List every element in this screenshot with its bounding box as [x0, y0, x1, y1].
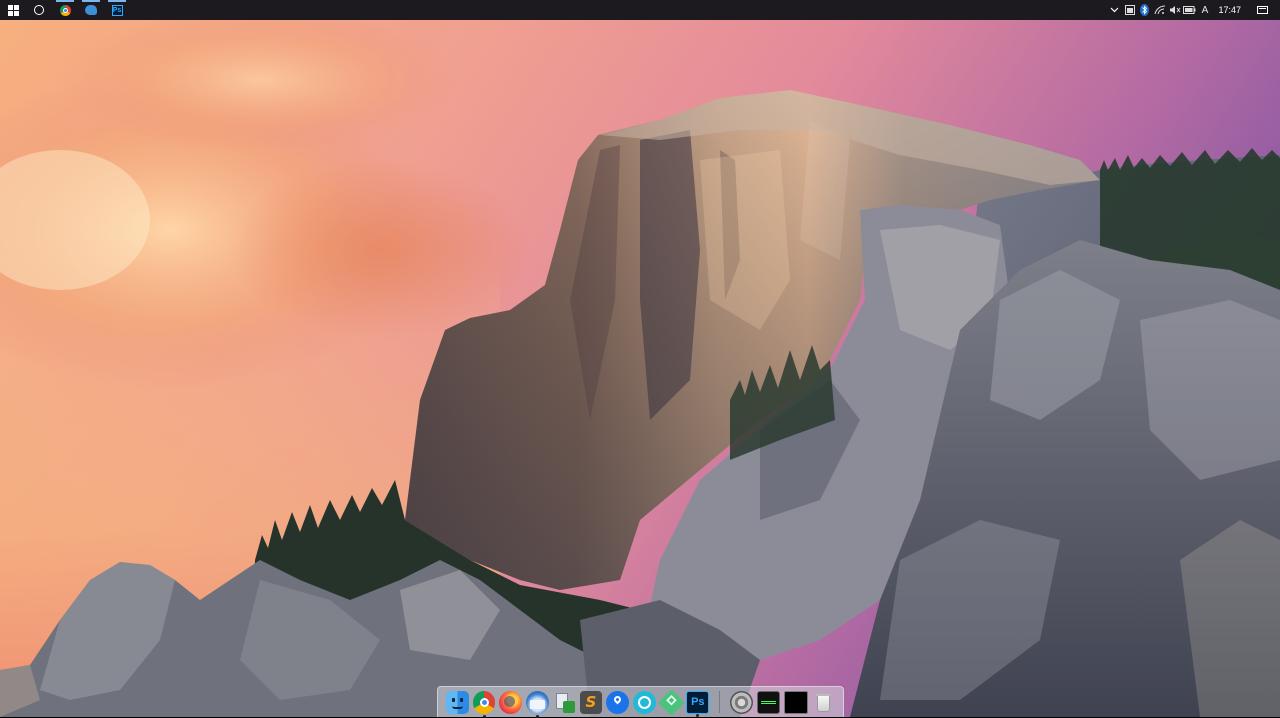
- mute-speaker-icon[interactable]: [1167, 0, 1182, 20]
- dock-gear-icon[interactable]: [730, 690, 753, 714]
- photoshop-icon: Ps: [111, 4, 123, 16]
- taskbar-app-icon[interactable]: [1122, 0, 1137, 20]
- dock-green-diamond-icon[interactable]: [657, 688, 685, 716]
- input-language-icon[interactable]: A: [1197, 0, 1212, 20]
- thunderbird-taskbar-button[interactable]: [78, 0, 104, 20]
- start-button[interactable]: [0, 0, 26, 20]
- dock-activity-monitor-icon[interactable]: [756, 690, 780, 714]
- dock-maps-pin-icon[interactable]: [606, 690, 630, 714]
- chrome-taskbar-button[interactable]: [52, 0, 78, 20]
- taskbar-left-group: Ps: [0, 0, 130, 20]
- wifi-icon[interactable]: [1152, 0, 1167, 20]
- photoshop-label: Ps: [691, 696, 705, 708]
- photoshop-taskbar-button[interactable]: Ps: [104, 0, 130, 20]
- running-indicator: [696, 713, 700, 717]
- dock-preview-icon[interactable]: [553, 691, 576, 714]
- dock-thunderbird-icon[interactable]: [526, 690, 549, 718]
- dock-trash-icon[interactable]: [812, 691, 835, 714]
- bluetooth-icon[interactable]: [1137, 0, 1152, 20]
- thunderbird-icon: [85, 5, 97, 15]
- battery-icon[interactable]: [1182, 0, 1197, 20]
- dock-chrome-icon[interactable]: [472, 690, 496, 718]
- dock: Ps: [437, 686, 844, 718]
- windows-logo-icon: [7, 4, 19, 16]
- system-tray: A 17:47: [1107, 0, 1280, 20]
- dock-finder-icon[interactable]: [446, 690, 469, 714]
- running-indicator: [482, 714, 486, 718]
- dock-sublime-text-icon[interactable]: [579, 690, 603, 714]
- dock-firefox-icon[interactable]: [499, 690, 523, 714]
- chrome-icon: [59, 4, 71, 16]
- desktop-wallpaper: [0, 0, 1280, 717]
- chevron-up-icon[interactable]: [1107, 0, 1122, 20]
- action-center-icon[interactable]: [1257, 6, 1268, 14]
- running-indicator: [536, 714, 540, 718]
- windows-taskbar: Ps A 17:47: [0, 0, 1280, 20]
- dock-circle-app-icon[interactable]: [633, 690, 656, 714]
- clock[interactable]: 17:47: [1212, 5, 1251, 15]
- dock-terminal-icon[interactable]: [783, 690, 809, 714]
- dock-separator: [719, 691, 721, 713]
- cortana-search-button[interactable]: [26, 0, 52, 20]
- circle-icon: [34, 5, 44, 15]
- dock-photoshop-icon[interactable]: Ps: [686, 690, 710, 717]
